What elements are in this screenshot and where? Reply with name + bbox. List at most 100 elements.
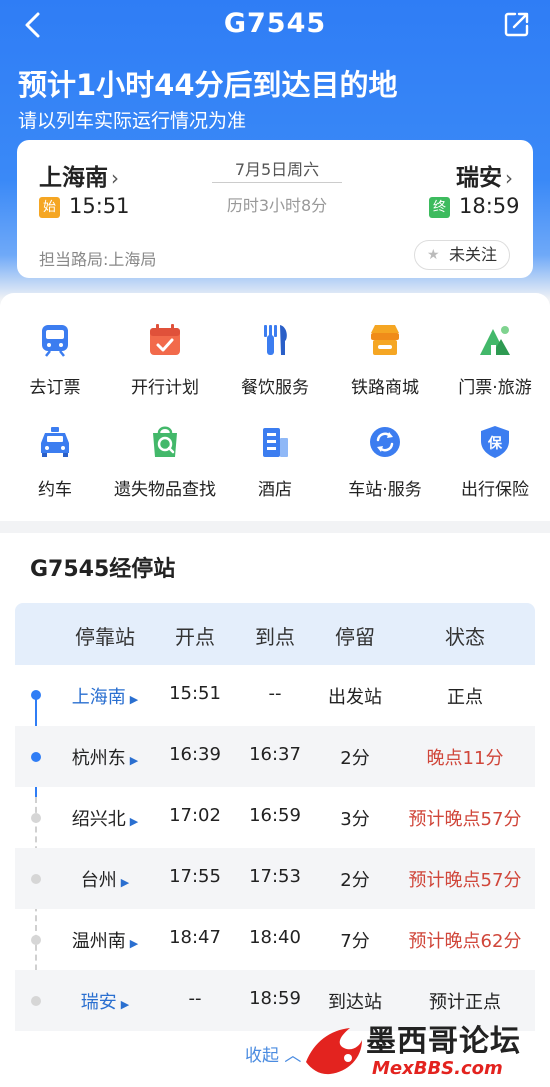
- departure-cell: 18:47: [169, 927, 221, 948]
- arrival-cell: 18:59: [249, 988, 301, 1009]
- departure-cell: 17:02: [169, 805, 221, 826]
- follow-button[interactable]: ★ 未关注: [414, 240, 510, 270]
- collapse-button[interactable]: 收起 ︿: [245, 1041, 301, 1066]
- col-departure: 开点: [175, 625, 215, 649]
- station-cell: 绍兴北 ▶: [71, 809, 139, 830]
- service-label: 铁路商城: [351, 378, 419, 398]
- share-icon[interactable]: [504, 11, 530, 37]
- arrival-time: 18:59: [459, 194, 520, 218]
- page-title: G7545: [223, 8, 327, 39]
- service-tickets-travel[interactable]: 门票·旅游: [440, 323, 550, 398]
- triangle-right-icon: ▶: [120, 876, 130, 889]
- mountain-icon: [480, 326, 510, 355]
- col-arrival: 到点: [255, 625, 295, 649]
- railway-bureau: 担当路局:上海局: [39, 250, 157, 269]
- arrival-cell: 16:37: [249, 744, 301, 765]
- status-cell: 正点: [447, 687, 483, 708]
- date-divider: [212, 182, 342, 183]
- service-label: 开行计划: [131, 378, 199, 398]
- taxi-icon: [41, 427, 69, 457]
- watermark-en: MexBBS.com: [372, 1058, 503, 1079]
- arrival-cell: 18:40: [249, 927, 301, 948]
- svg-text:保: 保: [487, 435, 503, 452]
- departure-time: 15:51: [69, 194, 130, 218]
- timeline-dot: [31, 752, 41, 762]
- arrival-cell: 17:53: [249, 866, 301, 887]
- watermark-cn-text: 墨西哥论坛: [366, 1024, 521, 1059]
- stops-table-header: 停靠站 开点 到点 停留 状态: [15, 603, 535, 665]
- timeline-dot: [31, 935, 41, 945]
- chevron-right-icon: ›: [111, 166, 119, 190]
- col-status: 状态: [445, 625, 485, 649]
- stops-title: G7545经停站: [30, 557, 176, 582]
- lost-found-icon: [153, 426, 177, 457]
- departure-cell: 16:39: [169, 744, 221, 765]
- timeline-dot: [31, 813, 41, 823]
- departure-cell: --: [188, 988, 202, 1009]
- insurance-icon: 保: [481, 426, 509, 458]
- service-ride[interactable]: 约车: [0, 425, 110, 500]
- start-badge: 始: [39, 197, 60, 218]
- service-label: 门票·旅游: [458, 378, 532, 398]
- timeline-dot: [31, 874, 41, 884]
- timeline-dot: [31, 996, 41, 1006]
- table-row[interactable]: 杭州东 ▶ 16:39 16:37 2分 晚点11分: [15, 726, 535, 787]
- chevron-up-icon: ︿: [284, 1046, 302, 1066]
- service-dining[interactable]: 餐饮服务: [220, 323, 330, 398]
- service-hotel[interactable]: 酒店: [220, 425, 330, 500]
- watermark-cn: 墨西哥论坛: [366, 1016, 521, 1060]
- status-cell: 预计晚点62分: [408, 931, 522, 952]
- status-cell: 晚点11分: [426, 748, 504, 769]
- service-insurance[interactable]: 保 出行保险: [440, 425, 550, 500]
- triangle-right-icon: ▶: [129, 815, 139, 828]
- arrival-station[interactable]: 瑞安 ›: [456, 158, 513, 192]
- chevron-right-icon: ›: [505, 166, 513, 190]
- arrival-cell: 16:59: [249, 805, 301, 826]
- service-label: 约车: [38, 480, 72, 500]
- col-stay: 停留: [335, 625, 375, 649]
- departure-cell: 15:51: [169, 683, 221, 704]
- end-badge: 终: [429, 197, 450, 218]
- service-label: 遗失物品查找: [114, 480, 216, 500]
- triangle-right-icon: ▶: [120, 998, 130, 1011]
- service-label: 去订票: [29, 378, 81, 398]
- service-lost-found[interactable]: 遗失物品查找: [110, 425, 220, 500]
- table-row[interactable]: 绍兴北 ▶ 17:02 16:59 3分 预计晚点57分: [15, 787, 535, 848]
- shop-icon: [371, 325, 399, 355]
- timeline-dot: [31, 690, 41, 700]
- table-row[interactable]: 上海南 ▶ 15:51 -- 出发站 正点: [15, 665, 535, 726]
- status-cell: 预计晚点57分: [408, 809, 522, 830]
- stay-cell: 3分: [340, 809, 370, 830]
- stay-cell: 2分: [340, 870, 370, 891]
- service-station[interactable]: 车站·服务: [330, 425, 440, 500]
- stay-cell: 出发站: [328, 687, 382, 708]
- status-cell: 预计晚点57分: [408, 870, 522, 891]
- service-label: 餐饮服务: [241, 378, 309, 398]
- service-label: 酒店: [258, 480, 292, 500]
- follow-label: 未关注: [448, 245, 497, 264]
- departure-station[interactable]: 上海南 ›: [39, 158, 119, 192]
- arrival-cell: --: [268, 683, 282, 704]
- status-cell: 预计正点: [429, 992, 501, 1013]
- service-mall[interactable]: 铁路商城: [330, 323, 440, 398]
- table-row[interactable]: 温州南 ▶ 18:47 18:40 7分 预计晚点62分: [15, 909, 535, 970]
- station-cell: 温州南 ▶: [71, 931, 139, 952]
- triangle-right-icon: ▶: [129, 937, 139, 950]
- eta-note: 请以列车实际运行情况为准: [18, 110, 247, 132]
- nav-bar: G7545: [0, 0, 550, 50]
- table-row[interactable]: 台州 ▶ 17:55 17:53 2分 预计晚点57分: [15, 848, 535, 909]
- service-grid: 去订票 开行计划 餐饮服务 铁路商城 门票·旅游 约车 遗失物品查找 酒店 车站…: [0, 293, 550, 521]
- stay-cell: 到达站: [328, 992, 382, 1013]
- stay-cell: 2分: [340, 748, 370, 769]
- train-ticket-icon: [42, 325, 68, 357]
- stay-cell: 7分: [340, 931, 370, 952]
- trip-card: 上海南 › 始 15:51 7月5日周六 历时3小时8分 瑞安 › 终 18:59 …: [17, 140, 533, 278]
- eta-text: 预计1小时44分后到达目的地: [18, 68, 398, 102]
- triangle-right-icon: ▶: [129, 754, 139, 767]
- triangle-right-icon: ▶: [129, 693, 139, 706]
- service-book-ticket[interactable]: 去订票: [0, 323, 110, 398]
- service-schedule[interactable]: 开行计划: [110, 323, 220, 398]
- star-icon: ★: [427, 247, 440, 263]
- calendar-icon: [150, 324, 180, 355]
- watermark: 墨西哥论坛 MexBBS.com: [300, 1012, 550, 1087]
